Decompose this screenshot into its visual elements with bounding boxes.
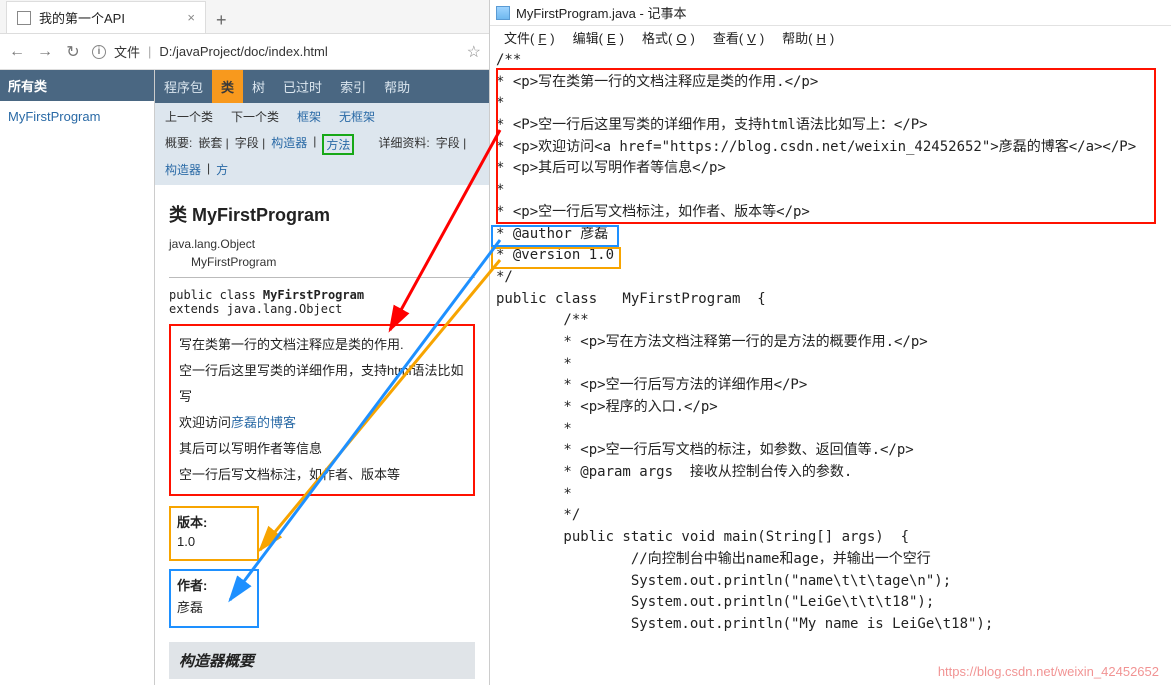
method-link[interactable]: 方法 bbox=[322, 134, 354, 155]
code-line: System.out.println("name\t\t\tage\n"); bbox=[496, 571, 1165, 593]
declaration: public class MyFirstProgram extends java… bbox=[169, 288, 475, 316]
new-tab-button[interactable]: + bbox=[206, 7, 237, 33]
top-nav: 程序包 类 树 已过时 索引 帮助 bbox=[155, 70, 489, 103]
nav-deprecated[interactable]: 已过时 bbox=[274, 70, 331, 103]
notepad-menu: 文件(F) 编辑(E) 格式(O) 查看(V) 帮助(H) bbox=[490, 26, 1171, 48]
method-link-2[interactable]: 方 bbox=[216, 161, 228, 178]
ctor-link[interactable]: 构造器 bbox=[271, 134, 307, 155]
info-icon[interactable]: i bbox=[92, 45, 106, 59]
sidebar-header: 所有类 bbox=[0, 70, 154, 101]
addr-url: D:/javaProject/doc/index.html bbox=[159, 44, 327, 59]
star-icon[interactable]: ☆ bbox=[467, 42, 481, 62]
code-line: * bbox=[496, 484, 1165, 506]
code-line: * @param args 接收从控制台传入的参数. bbox=[496, 462, 1165, 484]
addr-label: 文件 bbox=[114, 42, 140, 61]
code-line: /** bbox=[496, 50, 1165, 72]
tab-bar: 我的第一个API × + bbox=[0, 0, 489, 34]
code-line: * <p>其后可以写明作者等信息</p> bbox=[496, 158, 1165, 180]
watermark: https://blog.csdn.net/weixin_42452652 bbox=[938, 664, 1159, 679]
code-line: * <P>空一行后这里写类的详细作用，支持html语法比如写上：</P> bbox=[496, 115, 1165, 137]
noframes-link[interactable]: 无框架 bbox=[339, 108, 375, 125]
class-title: 类 MyFirstProgram bbox=[169, 201, 475, 227]
code-line: * <p>程序的入口.</p> bbox=[496, 397, 1165, 419]
code-line: */ bbox=[496, 505, 1165, 527]
code-line: * <p>空一行后写方法的详细作用</P> bbox=[496, 375, 1165, 397]
ctor-link-2[interactable]: 构造器 bbox=[165, 161, 201, 178]
sub-nav: 上一个类 下一个类 框架 无框架 bbox=[155, 103, 489, 130]
code-line: System.out.println("LeiGe\t\t\t18"); bbox=[496, 592, 1165, 614]
code-line: * @author 彦磊 bbox=[496, 224, 1165, 246]
code-line: System.out.println("My name is LeiGe\t18… bbox=[496, 614, 1165, 636]
menu-edit[interactable]: 编辑(E) bbox=[565, 28, 632, 47]
author-label: 作者: bbox=[177, 575, 251, 594]
menu-help[interactable]: 帮助(H) bbox=[774, 28, 842, 47]
notepad-icon bbox=[496, 6, 510, 20]
javadoc-frame: 所有类 MyFirstProgram 程序包 类 树 已过时 索引 帮助 上一个… bbox=[0, 70, 489, 685]
nav-tree[interactable]: 树 bbox=[243, 70, 274, 103]
browser-tab[interactable]: 我的第一个API × bbox=[6, 1, 206, 33]
reload-icon[interactable]: ↻ bbox=[64, 42, 82, 62]
code-line: * <p>写在类第一行的文档注释应是类的作用.</p> bbox=[496, 72, 1165, 94]
close-icon[interactable]: × bbox=[187, 10, 195, 25]
menu-file[interactable]: 文件(F) bbox=[496, 28, 563, 47]
author-block: 作者: 彦磊 bbox=[169, 569, 259, 628]
code-line: * <p>写在方法文档注释第一行的是方法的概要作用.</p> bbox=[496, 332, 1165, 354]
code-line: * <p>空一行后写文档标注，如作者、版本等</p> bbox=[496, 202, 1165, 224]
next-class[interactable]: 下一个类 bbox=[231, 108, 279, 125]
address-bar: ← → ↻ i 文件 | D:/javaProject/doc/index.ht… bbox=[0, 34, 489, 70]
version-value: 1.0 bbox=[177, 534, 251, 549]
code-line: */ bbox=[496, 267, 1165, 289]
nav-help[interactable]: 帮助 bbox=[375, 70, 419, 103]
notepad-editor[interactable]: /*** <p>写在类第一行的文档注释应是类的作用.</p>** <P>空一行后… bbox=[490, 48, 1171, 685]
notepad-title: MyFirstProgram.java - 记事本 bbox=[516, 3, 686, 22]
nav-class[interactable]: 类 bbox=[212, 70, 243, 103]
frames-link[interactable]: 框架 bbox=[297, 108, 321, 125]
menu-format[interactable]: 格式(O) bbox=[634, 28, 703, 47]
tab-title: 我的第一个API bbox=[39, 8, 125, 27]
main-doc: 程序包 类 树 已过时 索引 帮助 上一个类 下一个类 框架 无框架 概要: 嵌… bbox=[155, 70, 489, 685]
code-line: public class MyFirstProgram { bbox=[496, 289, 1165, 311]
version-block: 版本: 1.0 bbox=[169, 506, 259, 561]
doc-content: 类 MyFirstProgram java.lang.Object MyFirs… bbox=[155, 185, 489, 685]
page-icon bbox=[17, 11, 31, 25]
forward-icon[interactable]: → bbox=[36, 43, 54, 61]
code-line: * bbox=[496, 354, 1165, 376]
description-box: 写在类第一行的文档注释应是类的作用. 空一行后这里写类的详细作用，支持html语… bbox=[169, 324, 475, 496]
back-icon[interactable]: ← bbox=[8, 43, 26, 61]
code-line: //向控制台中输出name和age，并输出一个空行 bbox=[496, 549, 1165, 571]
code-line: * bbox=[496, 180, 1165, 202]
blog-link[interactable]: 彦磊的博客 bbox=[231, 415, 296, 430]
code-line: * <p>欢迎访问<a href="https://blog.csdn.net/… bbox=[496, 137, 1165, 159]
code-line: * bbox=[496, 419, 1165, 441]
notepad-titlebar[interactable]: MyFirstProgram.java - 记事本 bbox=[490, 0, 1171, 26]
notepad-window: MyFirstProgram.java - 记事本 文件(F) 编辑(E) 格式… bbox=[490, 0, 1171, 685]
code-line: public static void main(String[] args) { bbox=[496, 527, 1165, 549]
divider bbox=[169, 277, 475, 278]
summary-nav: 概要: 嵌套 | 字段 | 构造器 | 方法 详细资料: 字段 | 构造器 | … bbox=[155, 130, 489, 185]
nav-package[interactable]: 程序包 bbox=[155, 70, 212, 103]
code-line: /** bbox=[496, 310, 1165, 332]
code-line: * bbox=[496, 93, 1165, 115]
code-line: * <p>空一行后写文档的标注，如参数、返回值等.</p> bbox=[496, 440, 1165, 462]
nav-index[interactable]: 索引 bbox=[331, 70, 375, 103]
browser-window: 我的第一个API × + ← → ↻ i 文件 | D:/javaProject… bbox=[0, 0, 490, 685]
code-line: * @version 1.0 bbox=[496, 245, 1165, 267]
version-label: 版本: bbox=[177, 512, 251, 531]
menu-view[interactable]: 查看(V) bbox=[705, 28, 772, 47]
constructor-summary-header: 构造器概要 bbox=[169, 642, 475, 679]
author-value: 彦磊 bbox=[177, 597, 251, 616]
sidebar: 所有类 MyFirstProgram bbox=[0, 70, 155, 685]
prev-class[interactable]: 上一个类 bbox=[165, 108, 213, 125]
url-field[interactable]: i 文件 | D:/javaProject/doc/index.html bbox=[92, 42, 457, 61]
sidebar-class-link[interactable]: MyFirstProgram bbox=[8, 109, 100, 124]
inheritance: java.lang.Object MyFirstProgram bbox=[169, 235, 475, 271]
